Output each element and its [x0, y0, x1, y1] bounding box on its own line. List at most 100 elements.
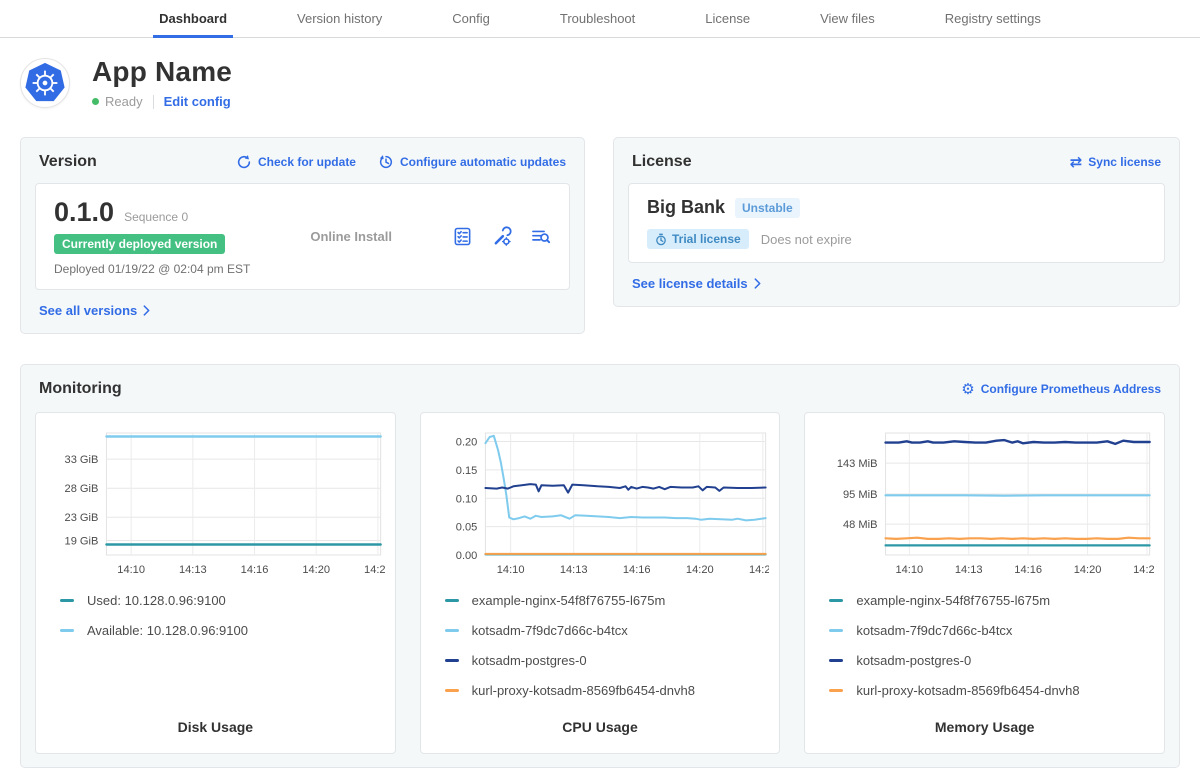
see-all-versions-link[interactable]: See all versions [39, 303, 150, 318]
version-card-title: Version [39, 153, 97, 171]
dashboard-page: App Name Ready Edit config Version [0, 38, 1200, 768]
deploy-logs-icon[interactable] [530, 226, 551, 247]
chart-legend: Used: 10.128.0.96:9100 Available: 10.128.… [46, 593, 385, 653]
sync-license-label: Sync license [1088, 155, 1161, 169]
version-number: 0.1.0 [54, 197, 114, 228]
edit-config-link[interactable]: Edit config [164, 94, 231, 109]
trial-license-label: Trial license [672, 232, 741, 246]
legend-label: kurl-proxy-kotsadm-8569fb6454-dnvh8 [472, 683, 695, 698]
svg-text:95 MiB: 95 MiB [843, 489, 877, 501]
chart-title: Memory Usage [815, 719, 1154, 743]
legend-dash-icon [445, 689, 459, 692]
license-customer-name: Big Bank [647, 197, 725, 218]
svg-text:14:13: 14:13 [560, 564, 588, 576]
sync-arrows-icon: ⇄ [1070, 155, 1083, 170]
legend-item: kurl-proxy-kotsadm-8569fb6454-dnvh8 [445, 683, 770, 698]
kubernetes-logo-icon [23, 61, 67, 105]
svg-text:19 GiB: 19 GiB [65, 536, 99, 548]
line-chart-cpu-usage: 0.20 0.15 0.10 0.05 0.00 14:10 14:13 14:16 14:20… [431, 425, 770, 585]
configure-auto-updates-label: Configure automatic updates [400, 155, 566, 169]
chart-legend: example-nginx-54f8f76755-l675mkotsadm-7f… [815, 593, 1154, 713]
legend-dash-icon [445, 599, 459, 602]
charts-row: 33 GiB28 GiB23 GiB19 GiB14:1014:1314:161… [35, 412, 1165, 754]
chart-legend: example-nginx-54f8f76755-l675m kotsadm-7f… [431, 593, 770, 713]
status-text: Ready [105, 94, 143, 109]
preflight-checklist-icon[interactable] [452, 226, 473, 247]
svg-text:143 MiB: 143 MiB [837, 458, 878, 470]
license-card: License ⇄ Sync license Big Bank Unstable [613, 137, 1180, 307]
sync-license-link[interactable]: ⇄ Sync license [1070, 155, 1161, 170]
chart-panel-disk-usage: 33 GiB28 GiB23 GiB19 GiB14:1014:1314:161… [35, 412, 396, 754]
channel-badge: Unstable [735, 198, 800, 218]
line-chart-memory-usage: 143 MiB95 MiB48 MiB14:1014:1314:1614:201… [815, 425, 1154, 585]
legend-label: kotsadm-7f9dc7d66c-b4tcx [856, 623, 1012, 638]
svg-text:0.05: 0.05 [455, 522, 477, 534]
version-card: Version Check for update [20, 137, 585, 334]
app-header: App Name Ready Edit config [20, 56, 1180, 109]
check-for-update-link[interactable]: Check for update [236, 154, 356, 170]
page-title: App Name [92, 56, 232, 88]
configure-prometheus-link[interactable]: ⚙ Configure Prometheus Address [961, 382, 1161, 397]
gear-icon: ⚙ [961, 382, 974, 397]
legend-label: example-nginx-54f8f76755-l675m [472, 593, 666, 608]
tab-license[interactable]: License [699, 0, 756, 38]
legend-dash-icon [829, 629, 843, 632]
legend-label: kotsadm-postgres-0 [472, 653, 587, 668]
svg-text:14:20: 14:20 [686, 564, 714, 576]
chevron-right-icon [754, 278, 761, 289]
refresh-icon [236, 154, 252, 170]
legend-item: Used: 10.128.0.96:9100 [60, 593, 385, 608]
legend-dash-icon [445, 659, 459, 662]
tab-dashboard[interactable]: Dashboard [153, 0, 233, 38]
see-license-details-link[interactable]: See license details [632, 276, 761, 291]
configure-auto-updates-link[interactable]: Configure automatic updates [378, 154, 566, 170]
legend-item: kotsadm-postgres-0 [445, 653, 770, 668]
svg-text:23 GiB: 23 GiB [65, 512, 99, 524]
tab-troubleshoot[interactable]: Troubleshoot [554, 0, 641, 38]
legend-dash-icon [829, 689, 843, 692]
legend-item: kotsadm-7f9dc7d66c-b4tcx [829, 623, 1154, 638]
svg-text:14:16: 14:16 [623, 564, 651, 576]
chevron-right-icon [143, 305, 150, 316]
svg-text:14:13: 14:13 [179, 564, 207, 576]
app-icon [20, 58, 70, 108]
legend-dash-icon [445, 629, 459, 632]
legend-label: kotsadm-postgres-0 [856, 653, 971, 668]
divider [153, 95, 154, 109]
nav-tabs: Dashboard Version history Config Troublesho… [153, 0, 1047, 37]
svg-text:14:10: 14:10 [117, 564, 145, 576]
install-type-label: Online Install [250, 229, 452, 244]
legend-item: example-nginx-54f8f76755-l675m [445, 593, 770, 608]
tab-view-files[interactable]: View files [814, 0, 881, 38]
stopwatch-icon [655, 233, 667, 246]
legend-label: kurl-proxy-kotsadm-8569fb6454-dnvh8 [856, 683, 1079, 698]
svg-text:0.20: 0.20 [455, 437, 477, 449]
legend-dash-icon [829, 659, 843, 662]
svg-text:14:23: 14:23 [749, 564, 770, 576]
tab-registry-settings[interactable]: Registry settings [939, 0, 1047, 38]
svg-text:14:20: 14:20 [1074, 564, 1102, 576]
svg-text:0.00: 0.00 [455, 550, 477, 562]
license-card-title: License [632, 153, 692, 171]
legend-dash-icon [829, 599, 843, 602]
license-expiry: Does not expire [761, 232, 852, 247]
config-wrench-icon[interactable] [491, 226, 512, 247]
svg-text:0.15: 0.15 [455, 465, 477, 477]
legend-dash-icon [60, 599, 74, 602]
svg-text:14:23: 14:23 [364, 564, 385, 576]
legend-dash-icon [60, 629, 74, 632]
svg-text:14:16: 14:16 [241, 564, 269, 576]
deployed-badge: Currently deployed version [54, 234, 225, 254]
legend-item: kurl-proxy-kotsadm-8569fb6454-dnvh8 [829, 683, 1154, 698]
tab-config[interactable]: Config [446, 0, 496, 38]
svg-text:0.10: 0.10 [455, 493, 477, 505]
chart-title: CPU Usage [431, 719, 770, 743]
see-all-versions-label: See all versions [39, 303, 137, 318]
legend-item: kotsadm-postgres-0 [829, 653, 1154, 668]
legend-label: Available: 10.128.0.96:9100 [87, 623, 248, 638]
tab-version-history[interactable]: Version history [291, 0, 388, 38]
svg-text:14:10: 14:10 [496, 564, 524, 576]
svg-text:14:10: 14:10 [896, 564, 924, 576]
legend-label: kotsadm-7f9dc7d66c-b4tcx [472, 623, 628, 638]
configure-prometheus-label: Configure Prometheus Address [981, 382, 1161, 396]
